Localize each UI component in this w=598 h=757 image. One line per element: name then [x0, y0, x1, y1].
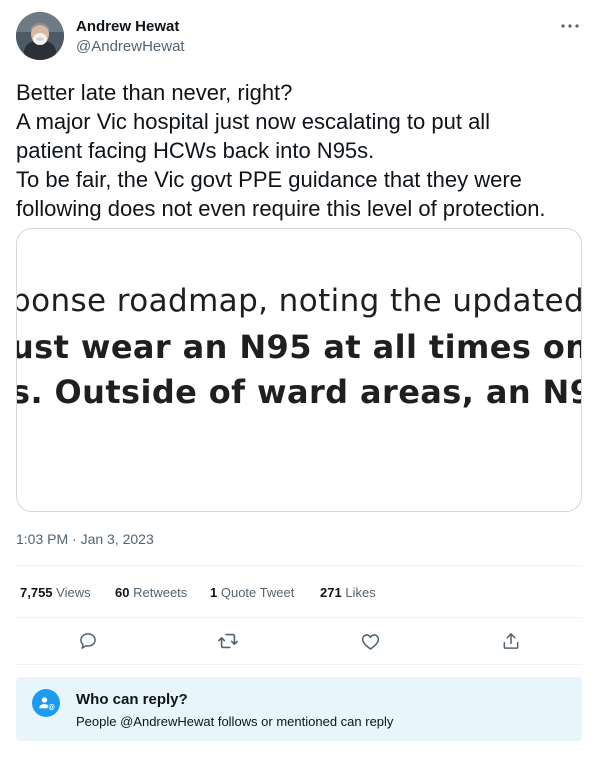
- more-options-icon[interactable]: [558, 14, 582, 38]
- tweet-media-image[interactable]: ponse roadmap, noting the updated v ust …: [16, 228, 582, 512]
- quote-tweet-stat[interactable]: 1 Quote Tweet: [210, 584, 294, 602]
- divider: [16, 664, 582, 665]
- media-text-line: s. Outside of ward areas, an N9: [16, 373, 582, 411]
- retweets-count: 60: [115, 585, 130, 600]
- tweet-text-line: patient facing HCWs back into N95s.: [16, 138, 375, 163]
- avatar-photo-icon: [16, 12, 64, 60]
- tweet-text-line: A major Vic hospital just now escalating…: [16, 109, 491, 134]
- tweet-text-line: following does not even require this lev…: [16, 196, 546, 221]
- retweets-label: Retweets: [133, 585, 188, 600]
- likes-stat[interactable]: 271 Likes: [320, 584, 376, 602]
- retweet-icon[interactable]: [212, 625, 244, 657]
- avatar[interactable]: [16, 12, 64, 60]
- who-can-reply-subtitle: People @AndrewHewat follows or mentioned…: [76, 714, 394, 729]
- share-icon[interactable]: [495, 625, 527, 657]
- media-text-line: ponse roadmap, noting the updated v: [16, 283, 582, 319]
- divider: [16, 617, 582, 618]
- author-info: Andrew Hewat @AndrewHewat: [76, 17, 185, 57]
- mention-user-icon: @: [32, 689, 60, 717]
- quote-count: 1: [210, 585, 218, 600]
- reply-icon[interactable]: [72, 625, 104, 657]
- who-can-reply-banner: @ Who can reply? People @AndrewHewat fol…: [16, 677, 582, 741]
- tweet-timestamp[interactable]: 1:03 PM · Jan 3, 2023: [16, 529, 154, 549]
- tweet-text-line: To be fair, the Vic govt PPE guidance th…: [16, 167, 522, 192]
- views-label: Views: [56, 585, 91, 600]
- tweet-actions: [16, 625, 582, 657]
- quote-label: Quote Tweet: [220, 585, 295, 600]
- likes-label: Likes: [345, 585, 376, 600]
- divider: [16, 565, 582, 566]
- tweet-header: Andrew Hewat @AndrewHewat: [16, 12, 582, 62]
- author-display-name[interactable]: Andrew Hewat: [76, 17, 185, 37]
- tweet-text-line: Better late than never, right?: [16, 80, 293, 105]
- tweet-text: Better late than never, right? A major V…: [16, 78, 582, 223]
- retweets-stat[interactable]: 60 Retweets: [115, 584, 187, 602]
- svg-text:@: @: [48, 703, 55, 711]
- media-text-line: ust wear an N95 at all times on: [16, 328, 582, 366]
- like-icon[interactable]: [354, 625, 386, 657]
- who-can-reply-title: Who can reply?: [76, 691, 188, 708]
- likes-count: 271: [320, 585, 342, 600]
- author-handle[interactable]: @AndrewHewat: [76, 37, 185, 57]
- views-count: 7,755: [20, 585, 53, 600]
- views-stat[interactable]: 7,755 Views: [20, 584, 91, 602]
